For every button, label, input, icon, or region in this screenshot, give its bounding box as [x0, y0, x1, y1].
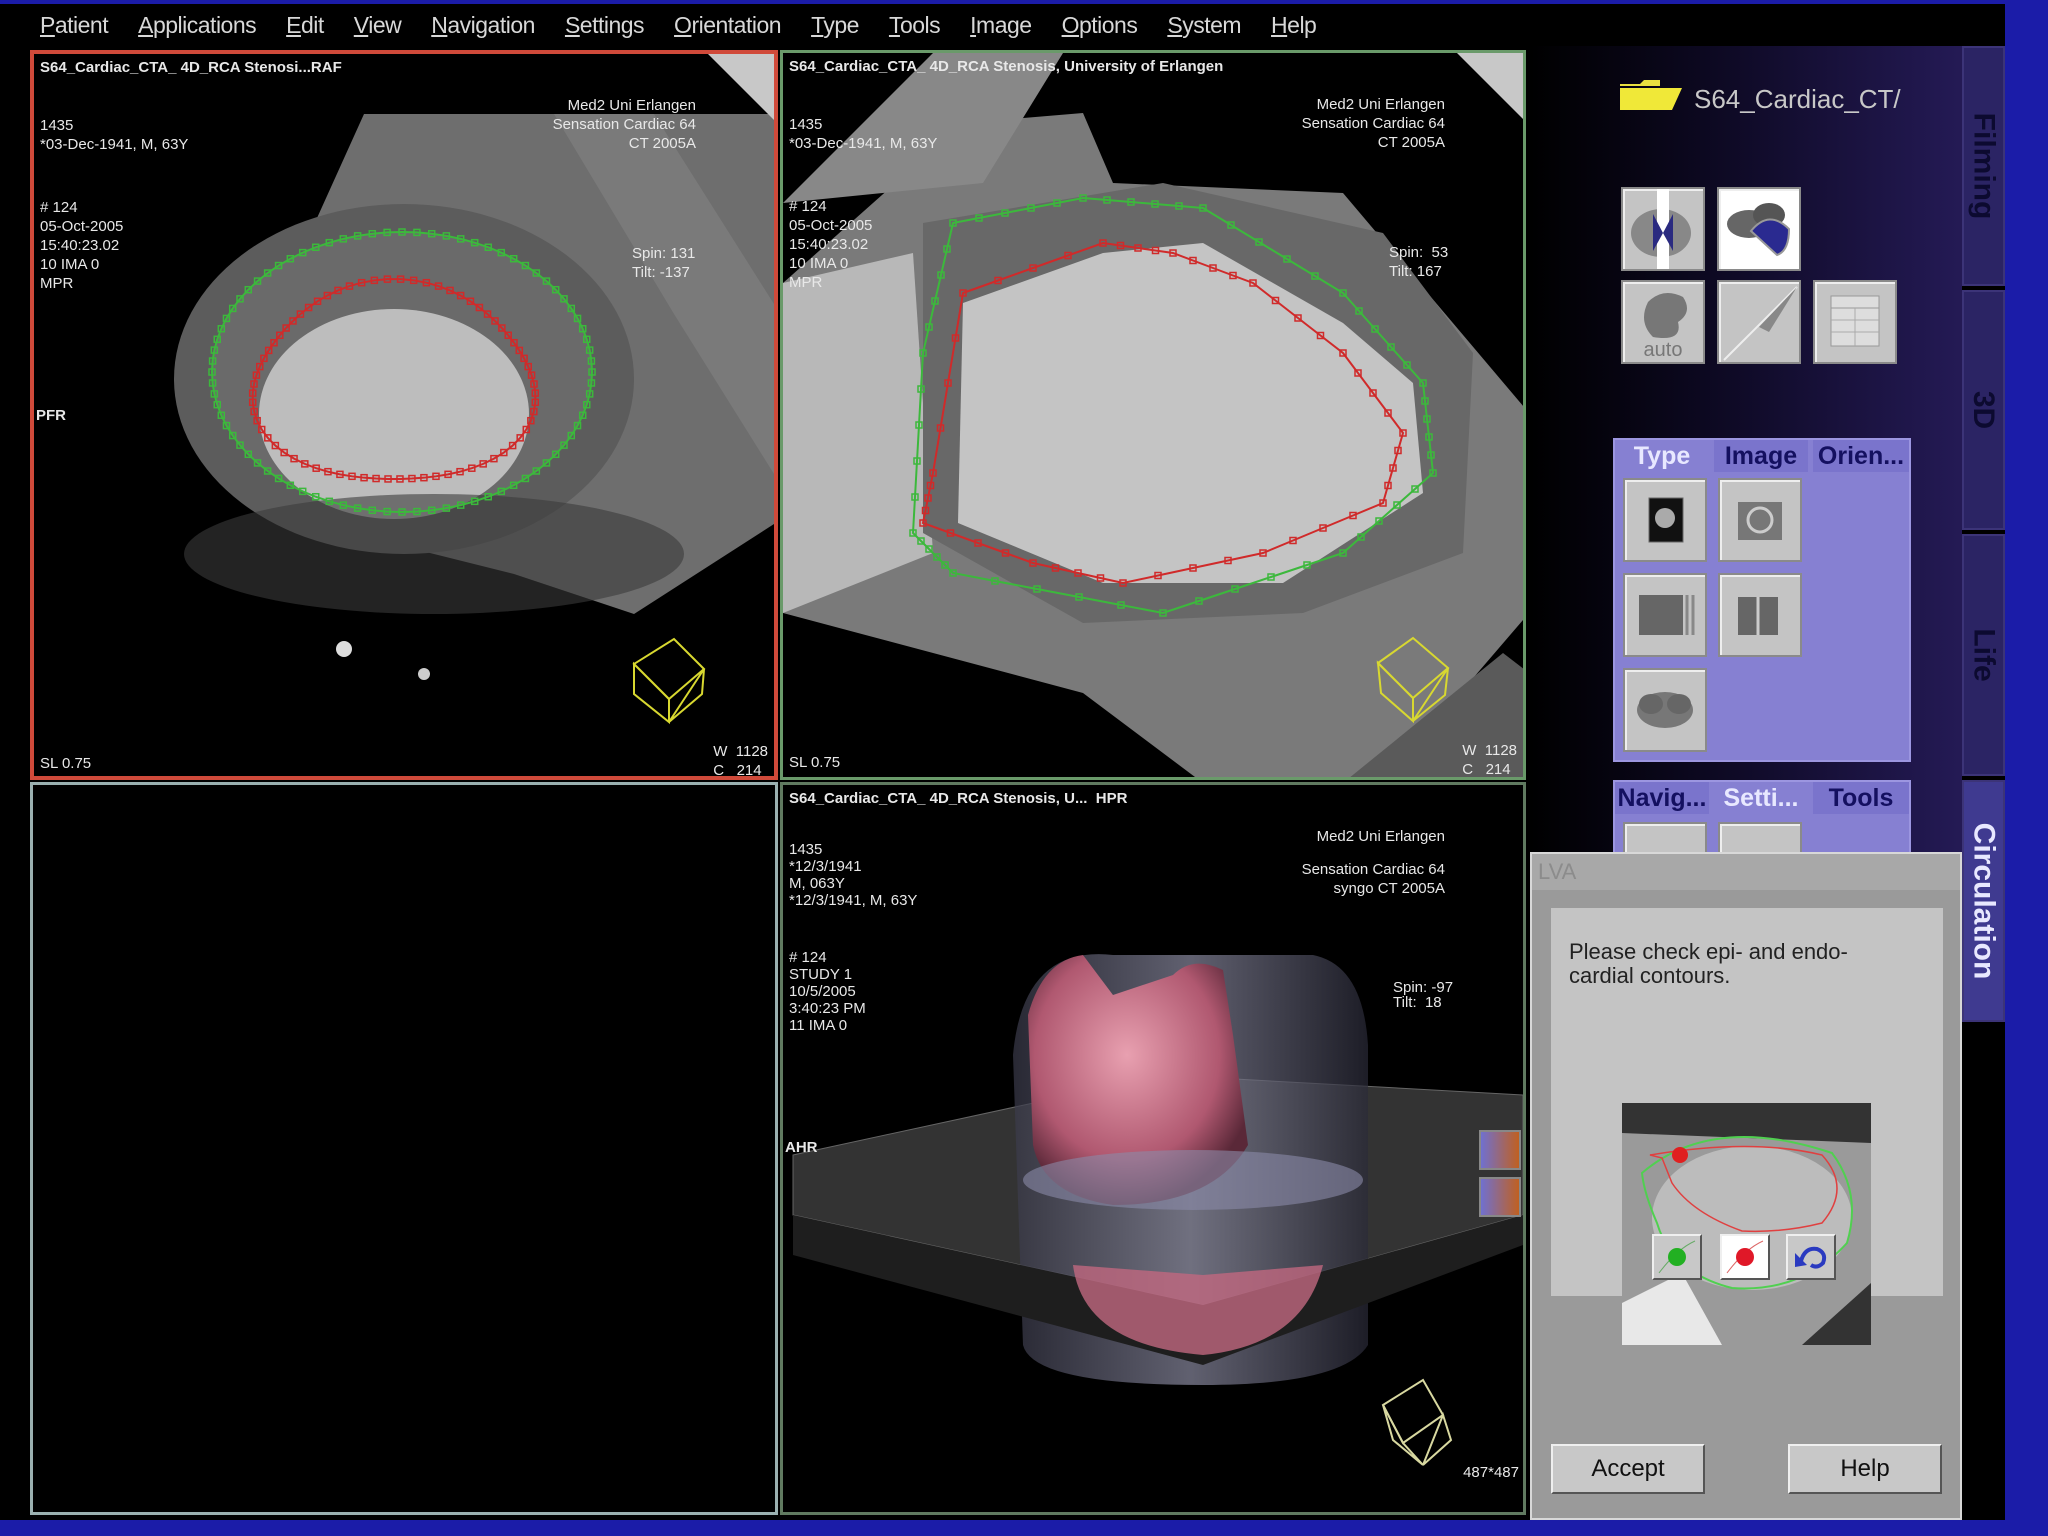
window-center: W 1128 C 214	[1462, 742, 1517, 778]
menu-tools[interactable]: Tools	[889, 12, 941, 39]
help-button[interactable]: Help	[1788, 1444, 1942, 1494]
spin-tilt: Spin: 131 Tilt: -137	[632, 245, 696, 281]
undo-icon	[1795, 1246, 1827, 1269]
green-contour-point-icon	[1658, 1240, 1696, 1274]
vessel-icon	[1631, 189, 1691, 269]
thick-slab-button[interactable]	[1718, 573, 1802, 657]
matrix-size: 487*487	[1463, 1464, 1519, 1481]
patient-info: 1435 *03-Dec-1941, M, 63Y # 124 05-Oct-200…	[789, 116, 938, 291]
lva-dialog: LVA Please check epi- and endo- cardial …	[1530, 852, 1962, 1520]
side-tab-3d[interactable]: 3D	[1962, 290, 2005, 530]
spin-tilt: Spin: 53 Tilt: 167	[1389, 244, 1449, 280]
red-contour-point-icon	[1726, 1240, 1764, 1274]
slab-icon	[1738, 597, 1778, 635]
vrt-type-button[interactable]	[1623, 668, 1707, 752]
menu-view[interactable]: View	[354, 12, 402, 39]
menu-image[interactable]: Image	[970, 12, 1032, 39]
table-icon	[1830, 295, 1880, 347]
tab-settings[interactable]: Setti...	[1714, 782, 1808, 814]
slice-thickness: SL 0.75	[40, 755, 92, 772]
orientation-cube-icon	[1381, 1378, 1453, 1466]
viewport-empty[interactable]	[30, 782, 778, 1515]
pen-icon	[1723, 286, 1798, 361]
viewport-long-axis-mpr[interactable]: S64_Cardiac_CTA_ 4D_RCA Stenosis, Univer…	[780, 50, 1526, 780]
organ-icon	[1637, 692, 1693, 728]
volume-icon	[1738, 502, 1782, 540]
tab-navigation[interactable]: Navig...	[1615, 782, 1709, 814]
tab-type[interactable]: Type	[1615, 440, 1709, 472]
menu-patient[interactable]: Patient	[40, 12, 109, 39]
menu-help[interactable]: Help	[1271, 12, 1317, 39]
menu-orientation[interactable]: Orientation	[674, 12, 782, 39]
accept-button[interactable]: Accept	[1551, 1444, 1705, 1494]
side-tab-circulation[interactable]: Circulation	[1962, 780, 2005, 1022]
heart-lv-button[interactable]	[1717, 187, 1801, 271]
side-tab-filming[interactable]: Filming	[1962, 46, 2005, 286]
orientation-label: PFR	[36, 407, 66, 424]
vessel-stenosis-button[interactable]	[1621, 187, 1705, 271]
menu-options[interactable]: Options	[1062, 12, 1138, 39]
menu-bar: Patient Applications Edit View Navigatio…	[0, 4, 2005, 46]
menu-system[interactable]: System	[1167, 12, 1241, 39]
auto-label: auto	[1643, 339, 1683, 361]
menu-edit[interactable]: Edit	[286, 12, 324, 39]
volume-type-button[interactable]	[1718, 478, 1802, 562]
edit-endocardial-button[interactable]	[1720, 1234, 1770, 1280]
slices-icon	[1639, 595, 1695, 635]
patient-info: 1435 *12/3/1941 M, 063Y *12/3/1941, M, 63Y …	[789, 841, 918, 1034]
side-tab-life[interactable]: Life	[1962, 534, 2005, 776]
multi-slice-button[interactable]	[1623, 573, 1707, 657]
dialog-title: LVA	[1532, 854, 1960, 890]
folder-icon[interactable]	[1620, 80, 1682, 110]
scanner-info: Med2 Uni Erlangen Sensation Cardiac 64 CT …	[552, 97, 696, 152]
menu-navigation[interactable]: Navigation	[431, 12, 535, 39]
heart-icon	[1727, 203, 1791, 257]
orientation-cube-icon	[632, 637, 706, 725]
navigation-tab-panel: Navig... Setti... Tools	[1613, 780, 1911, 860]
series-title: S64_Cardiac_CTA_ 4D_RCA Stenosis, U... H…	[789, 790, 1128, 807]
patient-info: 1435 *03-Dec-1941, M, 63Y # 124 05-Oct-200…	[40, 117, 189, 292]
edit-epicardial-button[interactable]	[1652, 1234, 1702, 1280]
viewport-short-axis-mpr[interactable]: S64_Cardiac_CTA_ 4D_RCA Stenosi...RAF 14…	[30, 50, 778, 780]
menu-settings[interactable]: Settings	[565, 12, 645, 39]
page-corner-icon[interactable]	[1457, 53, 1523, 119]
menu-type[interactable]: Type	[811, 12, 859, 39]
viewport-3d-volume[interactable]: S64_Cardiac_CTA_ 4D_RCA Stenosis, U... H…	[780, 782, 1526, 1515]
study-folder-name: S64_Cardiac_CT/	[1694, 84, 1901, 114]
spin-tilt: Spin: -97 Tilt: 18	[1393, 979, 1454, 1011]
draw-contour-button[interactable]	[1717, 280, 1801, 364]
mpr-slab-icon	[1648, 497, 1684, 543]
type-tab-panel: Type Image Orien...	[1613, 438, 1911, 762]
page-corner-icon[interactable]	[708, 54, 774, 120]
window-center: W 1128 C 214	[713, 743, 768, 779]
orientation-label: AHR	[785, 1139, 818, 1156]
series-title: S64_Cardiac_CTA_ 4D_RCA Stenosi...RAF	[40, 59, 342, 76]
mpr-type-button[interactable]	[1623, 478, 1707, 562]
tab-image[interactable]: Image	[1714, 440, 1808, 472]
clip-plane-icon[interactable]	[1479, 1130, 1521, 1170]
undo-button[interactable]	[1786, 1234, 1836, 1280]
menu-applications[interactable]: Applications	[138, 12, 257, 39]
contour-preview-image	[1622, 1103, 1871, 1345]
series-title: S64_Cardiac_CTA_ 4D_RCA Stenosis, Univer…	[789, 58, 1224, 75]
clip-plane-icon[interactable]	[1479, 1177, 1521, 1217]
auto-segment-button[interactable]: auto	[1621, 280, 1705, 364]
tab-orientation[interactable]: Orien...	[1813, 440, 1909, 472]
scanner-info: Med2 Uni Erlangen Sensation Cardiac 64 syn…	[1301, 828, 1445, 897]
dialog-message: Please check epi- and endo- cardial cont…	[1569, 939, 1848, 988]
scanner-info: Med2 Uni Erlangen Sensation Cardiac 64 CT …	[1301, 57, 1445, 190]
slice-thickness: SL 0.75	[789, 754, 841, 771]
table-results-button[interactable]	[1813, 280, 1897, 364]
tab-tools[interactable]: Tools	[1813, 782, 1909, 814]
